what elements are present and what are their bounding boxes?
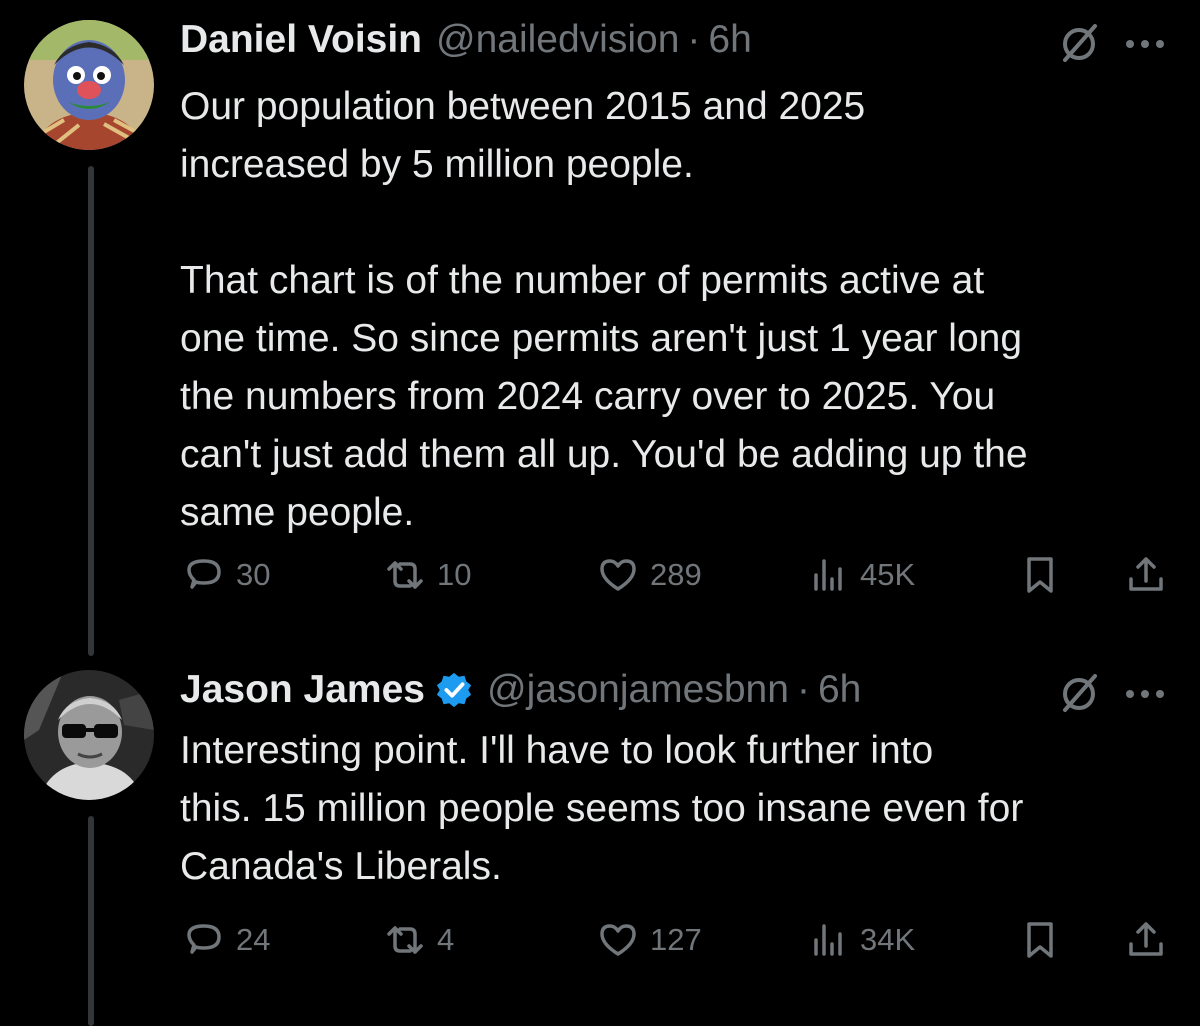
like-icon [600, 559, 636, 591]
reply-icon [187, 924, 221, 954]
share-icon [1129, 922, 1163, 956]
tweet-header: Jason James @jasonjamesbnn · 6h [180, 660, 861, 720]
repost-count: 4 [437, 922, 455, 957]
bookmark-icon [1027, 557, 1053, 593]
author-handle[interactable]: @nailedvision [436, 18, 679, 62]
separator: · [796, 668, 810, 711]
reply-count: 30 [236, 557, 271, 592]
reply-count: 24 [236, 922, 271, 957]
reply-button[interactable]: 30 [184, 550, 270, 600]
tweet-text: Our population between 2015 and 2025 inc… [180, 85, 1028, 534]
tweet-2[interactable]: Jason James @jasonjamesbnn · 6h Interest… [0, 660, 1200, 1000]
repost-button[interactable]: 10 [385, 550, 471, 600]
author-name[interactable]: Daniel Voisin [180, 18, 422, 62]
avatar[interactable] [24, 670, 154, 800]
verified-badge-icon [436, 672, 472, 708]
tweet-text: Interesting point. I'll have to look fur… [180, 729, 1024, 888]
views-icon [814, 559, 842, 591]
more-icon[interactable] [1120, 24, 1170, 64]
views-count: 45K [860, 557, 916, 592]
grok-icon[interactable] [1057, 672, 1101, 716]
views-icon [814, 924, 842, 956]
action-bar: 30 10 289 45K [180, 550, 1170, 600]
repost-count: 10 [437, 557, 472, 592]
grok-icon[interactable] [1057, 22, 1101, 66]
bookmark-button[interactable] [1020, 550, 1060, 600]
avatar[interactable] [24, 20, 154, 150]
tweet-header: Daniel Voisin @nailedvision · 6h [180, 10, 752, 70]
author-handle[interactable]: @jasonjamesbnn [487, 668, 789, 712]
tweet-1[interactable]: Daniel Voisin @nailedvision · 6h Our pop… [0, 10, 1200, 610]
like-button[interactable]: 127 [598, 915, 702, 965]
like-count: 127 [650, 922, 702, 957]
bookmark-button[interactable] [1020, 915, 1060, 965]
share-icon [1129, 557, 1163, 591]
views-button[interactable]: 34K [808, 915, 915, 965]
reply-button[interactable]: 24 [184, 915, 270, 965]
puppet-avatar-icon [24, 20, 154, 150]
share-button[interactable] [1126, 915, 1166, 965]
action-bar: 24 4 127 34K [180, 915, 1170, 965]
views-count: 34K [860, 922, 916, 957]
repost-icon [387, 926, 423, 954]
more-icon[interactable] [1120, 674, 1170, 714]
share-button[interactable] [1126, 550, 1166, 600]
bookmark-icon [1027, 922, 1053, 958]
like-button[interactable]: 289 [598, 550, 702, 600]
author-name[interactable]: Jason James [180, 668, 425, 712]
separator: · [687, 18, 701, 61]
views-button[interactable]: 45K [808, 550, 915, 600]
like-icon [600, 924, 636, 956]
timestamp[interactable]: 6h [708, 18, 751, 62]
timestamp[interactable]: 6h [818, 668, 861, 712]
like-count: 289 [650, 557, 702, 592]
reply-icon [187, 559, 221, 589]
repost-icon [387, 561, 423, 589]
sunglasses-avatar-icon [24, 670, 154, 800]
repost-button[interactable]: 4 [385, 915, 454, 965]
